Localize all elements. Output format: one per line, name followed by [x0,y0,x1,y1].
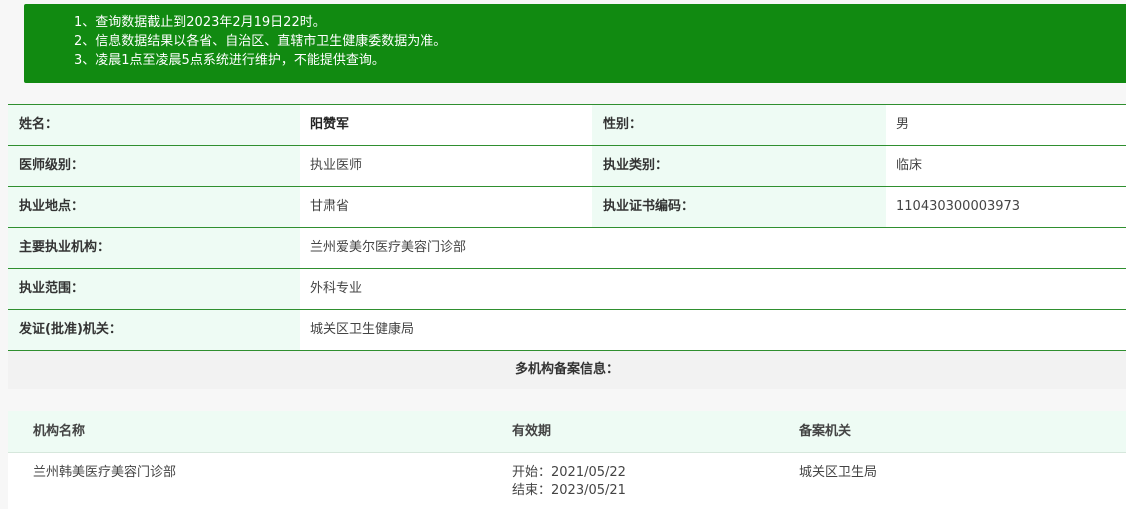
info-row: 医师级别： 执业医师 执业类别： 临床 [8,146,1126,187]
multi-org-title: 多机构备案信息： [8,351,1126,389]
name-label: 姓名： [8,105,300,145]
table-header: 机构名称 有效期 备案机关 [8,411,1126,453]
row-authority: 城关区卫生局 [799,465,878,480]
issuer-value: 城关区卫生健康局 [310,322,415,337]
category-label: 执业类别： [592,146,886,186]
org-value: 兰州爱美尔医疗美容门诊部 [310,240,467,255]
issuer-label: 发证(批准)机关： [8,310,300,350]
multi-org-table: 机构名称 有效期 备案机关 兰州韩美医疗美容门诊部 开始：2021/05/22 … [8,411,1126,509]
gender-label: 性别： [592,105,886,145]
category-value: 临床 [896,158,923,173]
row-end: 结束：2023/05/21 [512,483,626,498]
level-label: 医师级别： [8,146,300,186]
scope-label: 执业范围： [8,269,300,309]
cert-label: 执业证书编码： [592,187,886,227]
info-row: 发证(批准)机关： 城关区卫生健康局 [8,310,1126,351]
location-value: 甘肃省 [310,199,350,214]
table-row: 兰州韩美医疗美容门诊部 开始：2021/05/22 结束：2023/05/21 … [8,453,1126,509]
row-org: 兰州韩美医疗美容门诊部 [33,465,177,480]
info-row: 姓名： 阳赞军 性别： 男 [8,104,1126,146]
notice-line: 3、凌晨1点至凌晨5点系统进行维护，不能提供查询。 [74,53,385,68]
info-row: 主要执业机构： 兰州爱美尔医疗美容门诊部 [8,228,1126,269]
location-label: 执业地点： [8,187,300,227]
notice-banner: 1、查询数据截止到2023年2月19日22时。 2、信息数据结果以各省、自治区、… [24,4,1126,83]
header-org: 机构名称 [33,424,86,439]
gender-value: 男 [896,117,910,132]
cert-value: 110430300003973 [896,199,1021,214]
notice-line: 1、查询数据截止到2023年2月19日22时。 [74,15,326,30]
info-row: 执业地点： 甘肃省 执业证书编码： 110430300003973 [8,187,1126,228]
name-value: 阳赞军 [310,117,350,132]
level-value: 执业医师 [310,158,363,173]
notice-line: 2、信息数据结果以各省、自治区、直辖市卫生健康委数据为准。 [74,34,447,49]
header-validity: 有效期 [512,424,552,439]
org-label: 主要执业机构： [8,228,300,268]
header-authority: 备案机关 [799,424,852,439]
scope-value: 外科专业 [310,281,363,296]
info-row: 执业范围： 外科专业 [8,269,1126,310]
doctor-info-table: 姓名： 阳赞军 性别： 男 医师级别： 执业医师 执业类别： 临床 执业地点： … [8,104,1126,351]
row-start: 开始：2021/05/22 [512,465,626,480]
